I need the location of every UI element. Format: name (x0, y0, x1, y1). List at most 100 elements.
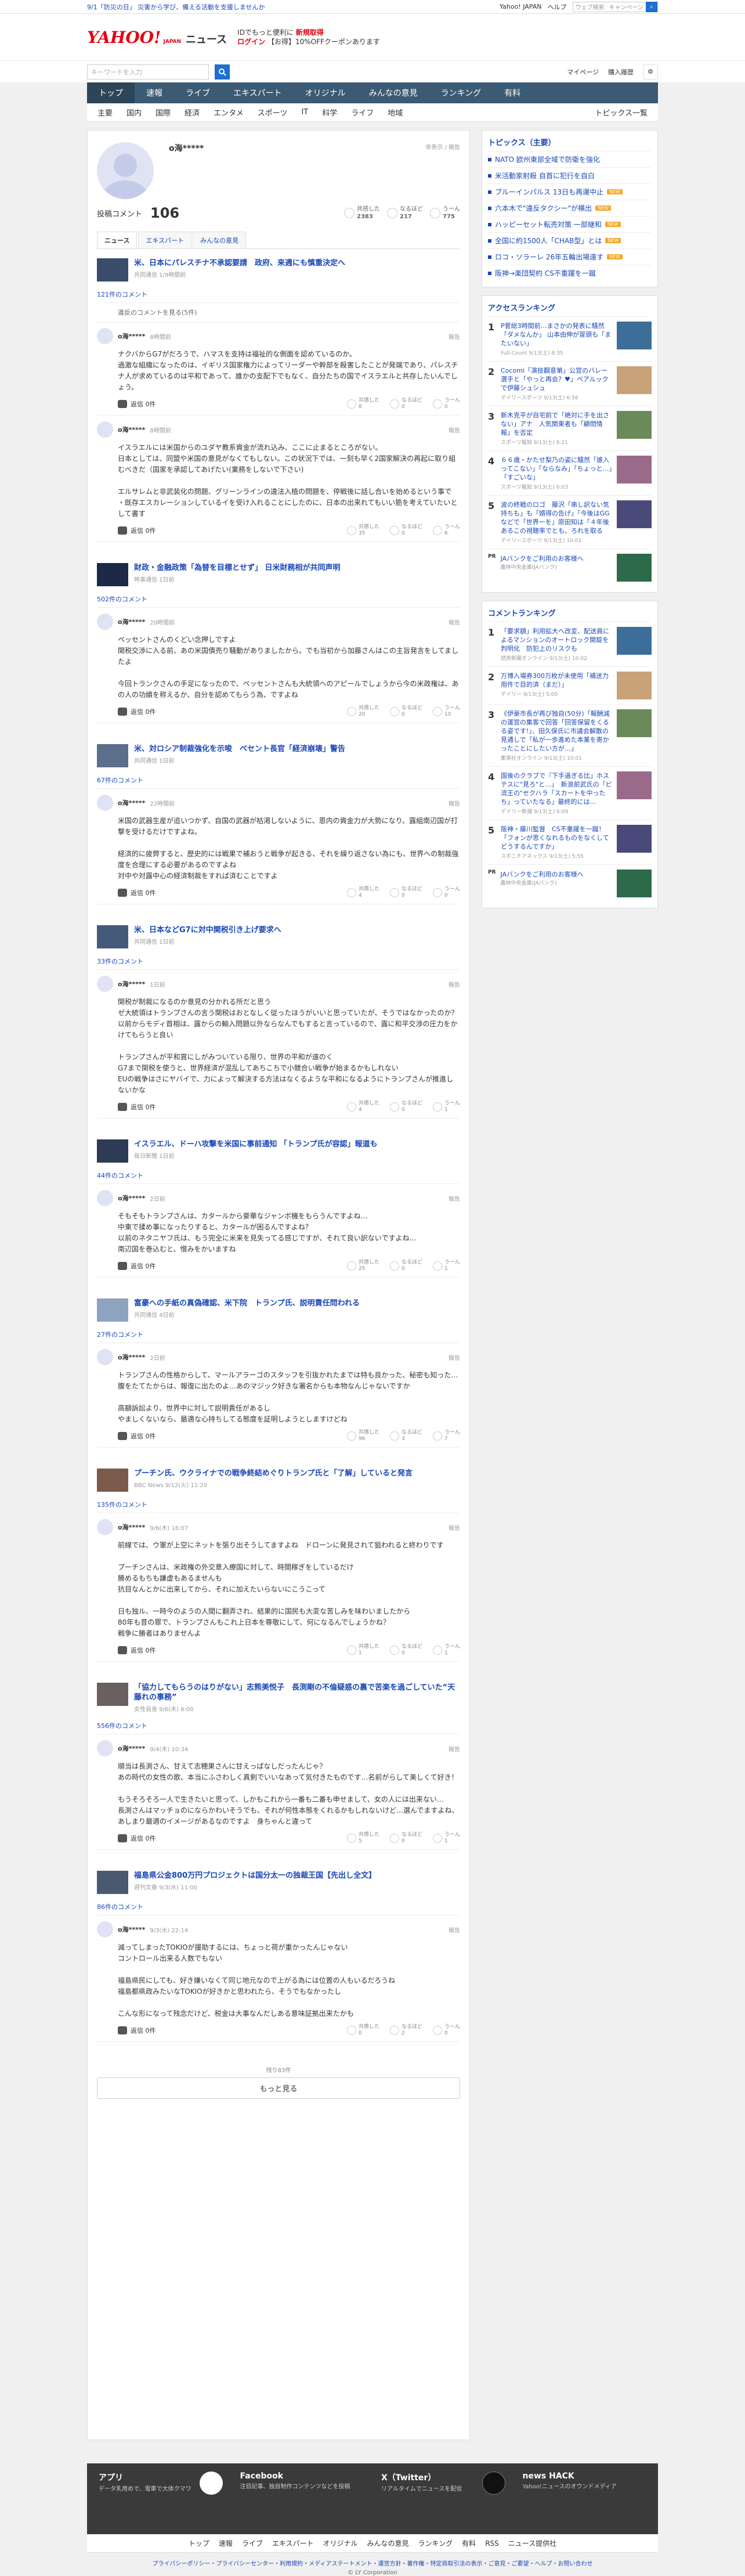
topic-item[interactable]: ハッピーセット転売対策 一部継和 NEW (488, 216, 652, 232)
article-header[interactable]: 米、日本などG7に対中関税引き上げ要求へ 共同通信 1日前 (97, 921, 460, 953)
topic-item[interactable]: 米活動家射殺 自首に犯行を自白 (488, 167, 652, 183)
topic-item[interactable]: NATO 欧州東部全域で防衛を強化 (488, 151, 652, 167)
comment-count-link[interactable]: 121件のコメント (97, 286, 460, 303)
reply-button[interactable]: 返信 0件 (118, 1261, 156, 1271)
article-header[interactable]: イスラエル、ドーハ攻撃を米国に事前通知 「トランプ氏が容認」報道も 毎日新聞 1日… (97, 1135, 460, 1167)
reply-button[interactable]: 返信 0件 (118, 1431, 156, 1441)
empathy-button[interactable]: 共感した 20 (346, 705, 379, 718)
signup-link[interactable]: 新規取得 (296, 28, 324, 37)
footer-links[interactable]: プライバシーポリシー・プライバシーセンター・利用規約・メディアステートメント・運… (0, 2559, 745, 2567)
cat-science[interactable]: 科学 (315, 107, 344, 118)
nav-breaking[interactable]: 速報 (135, 82, 174, 103)
nav-expert[interactable]: エキスパート (222, 82, 294, 103)
hmm-button[interactable]: うーん 0 (432, 2024, 460, 2037)
insight-button[interactable]: なるほど 0 (389, 886, 422, 899)
comment-count-link[interactable]: 86件のコメント (97, 1899, 460, 1915)
footer-facebook[interactable]: Facebook 注目記事、独自制作コンテンツなどを投稿 (240, 2472, 364, 2526)
reply-button[interactable]: 返信 0件 (118, 1102, 156, 1112)
hmm-button[interactable]: うーん 1 (432, 1644, 460, 1657)
article-title[interactable]: 福島県公金800万円プロジェクトは国分太一の独裁王国【先出し全文】 (134, 1871, 376, 1881)
report-link[interactable]: 報告 (449, 1523, 460, 1532)
reply-button[interactable]: 返信 0件 (118, 399, 156, 409)
hmm-button[interactable]: うーん 10 (432, 705, 460, 718)
article-title[interactable]: 「協力してもらうのはりがない」志熊美悦子 長渕剛の不倫疑惑の裏で苦楽を過ごしてい… (134, 1683, 460, 1702)
comment-count-link[interactable]: 33件のコメント (97, 953, 460, 970)
topic-item[interactable]: 阪神→楽団契約 CS不重躍を一蹴 (488, 265, 652, 281)
nav-ranking[interactable]: ランキング (429, 82, 493, 103)
access-rank-item[interactable]: 4 ６６歳・かたせ梨乃の姿に騒然「誰入ってこない」「ならなみ」「ちょっと…」「すご… (488, 450, 652, 495)
reply-button[interactable]: 返信 0件 (118, 526, 156, 535)
keyword-input[interactable]: キーワードを入力 (87, 64, 209, 80)
article-title[interactable]: 富豪への手紙の真偽確認、米下院 トランプ氏、説明責任問われる (134, 1298, 360, 1308)
article-title[interactable]: 財政・金融政策「為替を目標とせず」 日米財務相が共同声明 (134, 563, 341, 573)
tab-expert[interactable]: エキスパート (138, 232, 192, 248)
article-title[interactable]: 米、日本などG7に対中関税引き上げ要求へ (134, 925, 281, 935)
footer-newshack[interactable]: news HACK Yahoo!ニュースのオウンドメディア (523, 2472, 647, 2526)
empathy-button[interactable]: 共感した 1 (346, 1644, 379, 1657)
footer-x[interactable]: X（Twitter） リアルタイムでニュースを配信 (381, 2472, 505, 2526)
help-link[interactable]: ヘルプ (548, 2, 567, 12)
empathy-button[interactable]: 共感した 8 (346, 398, 379, 410)
insight-button[interactable]: なるほど 0 (389, 1832, 422, 1845)
article-header[interactable]: 「協力してもらうのはりがない」志熊美悦子 長渕剛の不倫疑惑の裏で苦楽を過ごしてい… (97, 1678, 460, 1718)
report-link[interactable]: 報告 (449, 1353, 460, 1362)
reply-button[interactable]: 返信 0件 (118, 2026, 156, 2035)
empathy-button[interactable]: 共感した 35 (346, 524, 379, 537)
comment-rank-item[interactable]: 3 《伊豪市長が再び独自(50分)「報酬減の運営の集客で回答「回答保留をくるる姿で… (488, 704, 652, 766)
footer-nav-item[interactable]: 有料 (462, 2538, 476, 2548)
purchase-history-link[interactable]: 購入履歴 (608, 67, 634, 77)
footer-app[interactable]: アプリ データ乳用めで、電車で大体クマワ (99, 2472, 223, 2526)
footer-nav-item[interactable]: ライブ (242, 2538, 263, 2548)
campaign-link[interactable]: 9/1「防災の日」 災害から学び、備える活動を支援しませんか (87, 2, 265, 12)
nav-live[interactable]: ライブ (174, 82, 222, 103)
hmm-button[interactable]: うーん 1 (432, 1101, 460, 1113)
search-mode[interactable]: キャンペーン (607, 2, 646, 11)
comment-count-link[interactable]: 44件のコメント (97, 1167, 460, 1184)
hmm-button[interactable]: うーん 1 (432, 1832, 460, 1845)
empathy-button[interactable]: 共感した 4 (346, 1101, 379, 1113)
insight-button[interactable]: なるほど 0 (389, 398, 422, 410)
cat-main[interactable]: 主要 (91, 107, 120, 118)
report-link[interactable]: 報告 (449, 332, 460, 341)
footer-nav-item[interactable]: ランキング (418, 2538, 453, 2548)
web-search[interactable]: ウェブ検索 キャンペーン ⌕ (572, 1, 658, 12)
empathy-button[interactable]: 共感した 25 (346, 1260, 379, 1272)
report-link[interactable]: 報告 (449, 1925, 460, 1934)
cat-world[interactable]: 国際 (149, 107, 178, 118)
article-title[interactable]: 米、日本にパレスチナ不承認要請 政府、来週にも慎重決定へ (134, 258, 345, 268)
insight-button[interactable]: なるほど 0 (389, 1644, 422, 1657)
empathy-button[interactable]: 共感した 5 (346, 1832, 379, 1845)
comment-count-link[interactable]: 135件のコメント (97, 1496, 460, 1513)
article-header[interactable]: 財政・金融政策「為替を目標とせず」 日米財務相が共同声明 時事通信 1日前 (97, 558, 460, 591)
report-link[interactable]: 報告 (449, 618, 460, 626)
report-link[interactable]: 報告 (449, 1194, 460, 1203)
footer-nav-item[interactable]: ニュース提供社 (508, 2538, 556, 2548)
report-link[interactable]: 報告 (449, 799, 460, 807)
insight-button[interactable]: なるほど 0 (389, 705, 422, 718)
report-link[interactable]: 報告 (449, 425, 460, 434)
insight-button[interactable]: なるほど 0 (389, 524, 422, 537)
article-header[interactable]: 富豪への手紙の真偽確認、米下院 トランプ氏、説明責任問われる 共同通信 4日前 (97, 1294, 460, 1326)
cat-it[interactable]: IT (294, 108, 315, 117)
hmm-button[interactable]: うーん 1 (432, 1260, 460, 1272)
comment-rank-item[interactable]: 2 万博入場券300万枚が未使用「補送力用件で目的済（まだ）」 デイリー 9/13(… (488, 666, 652, 704)
reply-button[interactable]: 返信 0件 (118, 888, 156, 897)
footer-nav-item[interactable]: 速報 (219, 2538, 233, 2548)
gear-icon[interactable]: ⚙ (643, 64, 658, 80)
topic-item[interactable]: ロコ・ソラーレ 26年五輪出場遠す NEW (488, 248, 652, 265)
comment-rank-item[interactable]: 4 国後のクラブで『下手過ぎる比」ホステスに"見ろ"と…」 新浪前武氏の「ビ流王の… (488, 766, 652, 820)
comment-count-link[interactable]: 27件のコメント (97, 1326, 460, 1343)
report-link[interactable]: 報告 (449, 1744, 460, 1753)
pr-item[interactable]: PR JAバンクをご利用のお客様へ 農林中央金庫(JAバンク) (488, 549, 652, 586)
access-rank-item[interactable]: 1 P菅総3時間前…まさかの発表に騒然「ダメなんか」 山本由伸が冒頭も「またいない… (488, 316, 652, 361)
cat-entertainment[interactable]: エンタメ (207, 107, 251, 118)
footer-nav-item[interactable]: エキスパート (272, 2538, 314, 2548)
cat-sports[interactable]: スポーツ (251, 107, 295, 118)
reply-button[interactable]: 返信 0件 (118, 1646, 156, 1655)
article-title[interactable]: プーチン氏、ウクライナでの戦争終結めぐりトランプ氏と「了解」していると発言 (134, 1469, 413, 1478)
login-link[interactable]: ログイン (237, 38, 265, 46)
footer-nav-item[interactable]: RSS (485, 2539, 499, 2548)
hmm-button[interactable]: うーん 7 (432, 1430, 460, 1442)
insight-button[interactable]: なるほど 3 (389, 1430, 422, 1442)
comment-count-link[interactable]: 502件のコメント (97, 591, 460, 608)
